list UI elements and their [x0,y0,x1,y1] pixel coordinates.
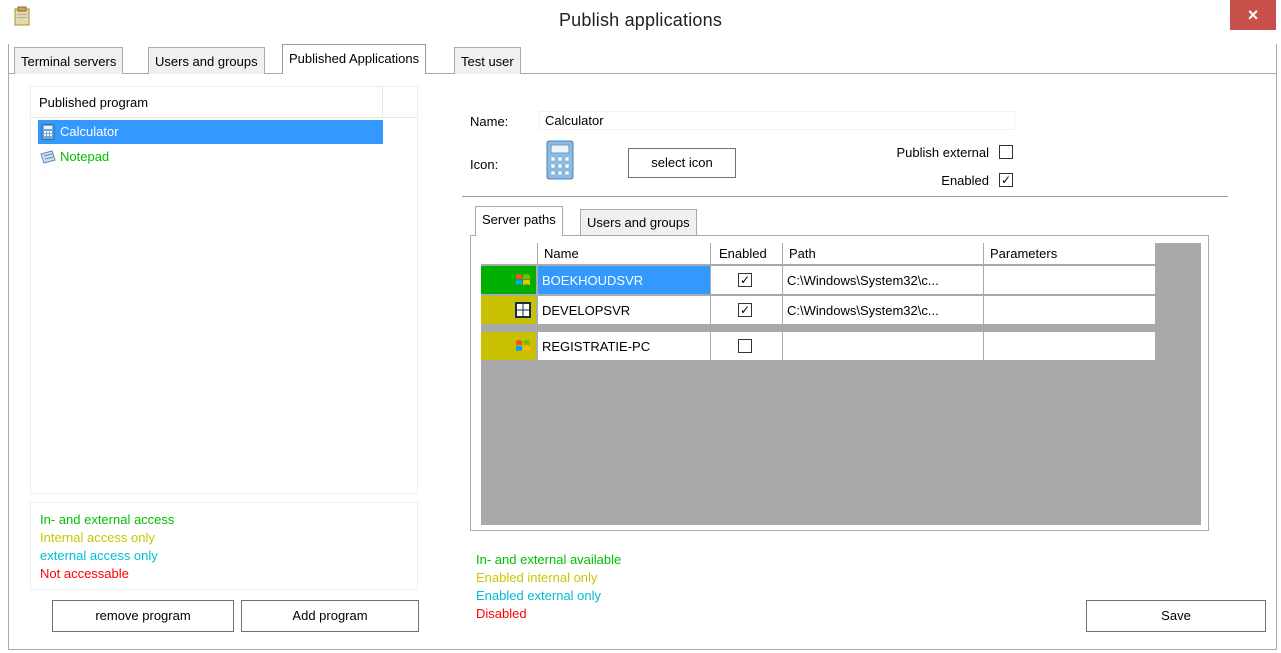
enabled-label: Enabled [941,173,989,188]
row-os-cell [509,332,537,361]
row-status-indicator [481,296,509,325]
row-status-indicator [481,332,509,361]
row-os-cell [509,266,537,295]
select-icon-button[interactable]: select icon [628,148,736,178]
windows7-icon [515,338,531,354]
access-legend: In- and external access Internal access … [30,502,418,590]
cell-server-name[interactable]: DEVELOPSVR [538,296,711,325]
legend-item: external access only [40,548,158,563]
subtab-users-and-groups[interactable]: Users and groups [580,209,697,235]
cell-enabled[interactable] [711,332,783,361]
tab-published-applications[interactable]: Published Applications [282,44,427,74]
column-header-parameters[interactable]: Parameters [984,243,1156,265]
cell-parameters[interactable] [984,266,1156,295]
tab-users-and-groups[interactable]: Users and groups [148,47,265,74]
icon-label: Icon: [470,157,499,172]
name-label: Name: [470,114,509,129]
publish-external-label: Publish external [896,145,990,160]
list-header-label: Published program [39,95,149,110]
cell-path[interactable] [783,332,984,361]
remove-program-button[interactable]: remove program [52,600,234,632]
save-button[interactable]: Save [1086,600,1266,632]
legend-item: Disabled [476,606,527,621]
row-os-cell [509,296,537,325]
enabled-checkbox[interactable]: ✓ [999,173,1013,187]
legend-item: Enabled external only [476,588,602,603]
add-program-button[interactable]: Add program [241,600,419,632]
publish-external-checkbox[interactable] [999,145,1013,159]
legend-item: In- and external available [476,552,622,567]
list-header: Published program [30,86,418,118]
column-header-name[interactable]: Name [538,243,711,265]
windows7-icon [515,272,531,288]
notepad-icon [40,149,56,165]
cell-path[interactable]: C:\Windows\System32\c... [783,266,984,295]
legend-item: Not accessable [40,566,129,581]
enabled-checkbox[interactable] [738,339,752,353]
calculator-icon [40,124,56,140]
list-item-calculator[interactable]: Calculator [38,120,383,144]
cell-server-name[interactable]: BOEKHOUDSVR [538,266,711,295]
cell-path[interactable]: C:\Windows\System32\c... [783,296,984,325]
cell-parameters[interactable] [984,296,1156,325]
divider [462,196,1228,197]
list-item-label: Calculator [60,124,119,139]
name-field[interactable]: Calculator [539,111,1015,130]
availability-legend: In- and external available Enabled inter… [470,543,870,631]
row-status-indicator [481,266,509,295]
window-title: Publish applications [558,10,723,30]
enabled-checkbox[interactable]: ✓ [738,303,752,317]
row-header-corner [481,243,538,265]
tab-terminal-servers[interactable]: Terminal servers [14,47,124,74]
column-header-enabled[interactable]: Enabled [711,243,783,265]
windows8-icon [515,302,531,318]
enabled-checkbox[interactable]: ✓ [738,273,752,287]
list-item-label: Notepad [60,149,110,164]
legend-item: Enabled internal only [476,570,598,585]
cell-enabled[interactable]: ✓ [711,266,783,295]
close-button[interactable]: × [1230,0,1276,30]
cell-parameters[interactable] [984,332,1156,361]
calculator-icon [545,140,575,180]
legend-item: In- and external access [40,512,175,527]
legend-item: Internal access only [40,530,155,545]
column-header-path[interactable]: Path [783,243,984,265]
tab-test-user[interactable]: Test user [454,47,521,74]
cell-server-name[interactable]: REGISTRATIE-PC [538,332,711,361]
cell-enabled[interactable]: ✓ [711,296,783,325]
list-item-notepad[interactable]: Notepad [38,145,383,169]
subtab-server-paths[interactable]: Server paths [475,206,563,236]
